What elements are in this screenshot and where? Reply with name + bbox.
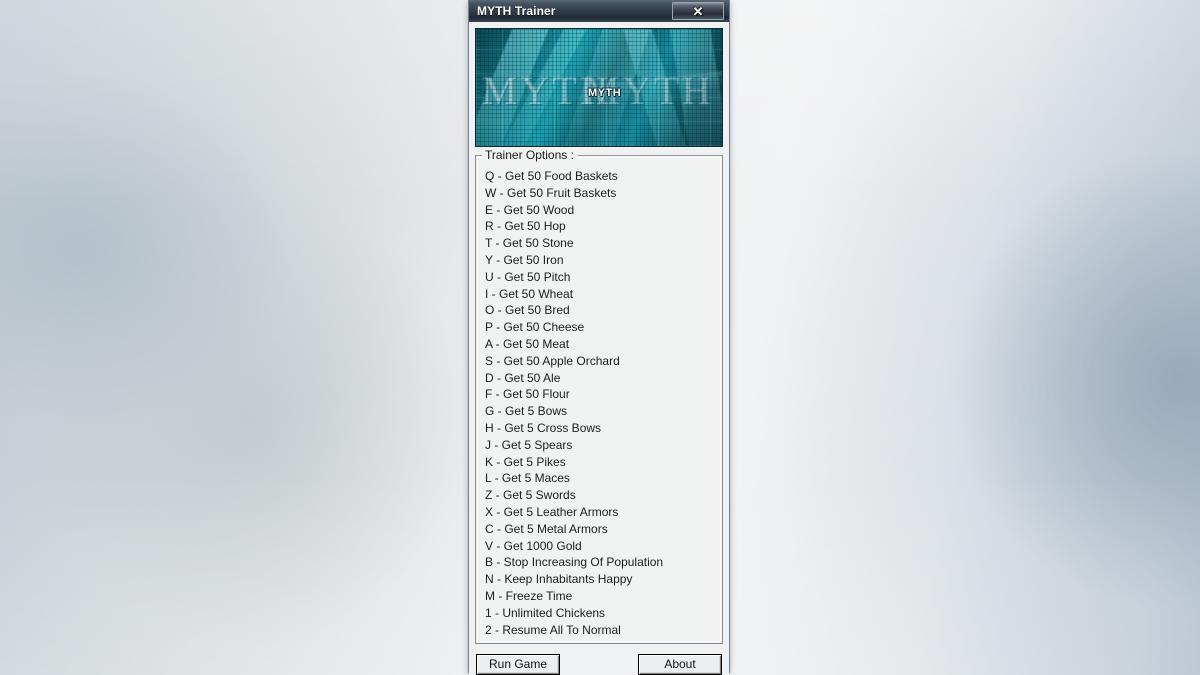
window-titlebar[interactable]: MYTH Trainer ✕ bbox=[469, 0, 729, 22]
trainer-option-row[interactable]: J - Get 5 Spears bbox=[485, 437, 716, 454]
trainer-option-row[interactable]: O - Get 50 Bred bbox=[485, 302, 716, 319]
close-button[interactable]: ✕ bbox=[672, 2, 724, 20]
trainer-option-row[interactable]: Q - Get 50 Food Baskets bbox=[485, 168, 716, 185]
window-title: MYTH Trainer bbox=[477, 4, 556, 18]
trainer-option-row[interactable]: 1 - Unlimited Chickens bbox=[485, 605, 716, 622]
trainer-option-row[interactable]: T - Get 50 Stone bbox=[485, 235, 716, 252]
trainer-option-row[interactable]: L - Get 5 Maces bbox=[485, 470, 716, 487]
trainer-option-row[interactable]: D - Get 50 Ale bbox=[485, 370, 716, 387]
trainer-option-row[interactable]: M - Freeze Time bbox=[485, 588, 716, 605]
trainer-option-row[interactable]: H - Get 5 Cross Bows bbox=[485, 420, 716, 437]
trainer-option-row[interactable]: U - Get 50 Pitch bbox=[485, 269, 716, 286]
trainer-option-row[interactable]: Z - Get 5 Swords bbox=[485, 487, 716, 504]
trainer-option-row[interactable]: P - Get 50 Cheese bbox=[485, 319, 716, 336]
trainer-option-row[interactable]: S - Get 50 Apple Orchard bbox=[485, 353, 716, 370]
trainer-option-row[interactable]: R - Get 50 Hop bbox=[485, 218, 716, 235]
myth-banner-image: MYTH MYTH MYTH bbox=[475, 28, 723, 147]
trainer-window: MYTH Trainer ✕ MYTH MYTH MYTH Trainer Op… bbox=[468, 0, 730, 675]
trainer-option-row[interactable]: V - Get 1000 Gold bbox=[485, 538, 716, 555]
banner-myth-badge: MYTH bbox=[588, 87, 622, 99]
trainer-option-row[interactable]: W - Get 50 Fruit Baskets bbox=[485, 185, 716, 202]
trainer-options-legend: Trainer Options : bbox=[482, 148, 578, 162]
trainer-options-group: Trainer Options : Q - Get 50 Food Basket… bbox=[475, 148, 723, 645]
trainer-option-row[interactable]: K - Get 5 Pikes bbox=[485, 454, 716, 471]
window-button-row: Run Game About bbox=[476, 651, 722, 675]
window-client-area: MYTH MYTH MYTH Trainer Options : Q - Get… bbox=[469, 22, 729, 675]
trainer-option-row[interactable]: X - Get 5 Leather Armors bbox=[485, 504, 716, 521]
trainer-option-row[interactable]: B - Stop Increasing Of Population bbox=[485, 554, 716, 571]
trainer-option-row[interactable]: C - Get 5 Metal Armors bbox=[485, 521, 716, 538]
trainer-option-row[interactable]: N - Keep Inhabitants Happy bbox=[485, 571, 716, 588]
trainer-option-row[interactable]: F - Get 50 Flour bbox=[485, 386, 716, 403]
trainer-option-row[interactable]: G - Get 5 Bows bbox=[485, 403, 716, 420]
trainer-option-row[interactable]: I - Get 50 Wheat bbox=[485, 286, 716, 303]
trainer-options-list: Q - Get 50 Food Baskets W - Get 50 Fruit … bbox=[482, 167, 716, 638]
about-button[interactable]: About bbox=[638, 653, 722, 675]
close-icon: ✕ bbox=[692, 3, 704, 19]
trainer-option-row[interactable]: 2 - Resume All To Normal bbox=[485, 622, 716, 639]
run-game-button[interactable]: Run Game bbox=[476, 653, 560, 675]
trainer-option-row[interactable]: Y - Get 50 Iron bbox=[485, 252, 716, 269]
trainer-option-row[interactable]: E - Get 50 Wood bbox=[485, 202, 716, 219]
trainer-option-row[interactable]: A - Get 50 Meat bbox=[485, 336, 716, 353]
